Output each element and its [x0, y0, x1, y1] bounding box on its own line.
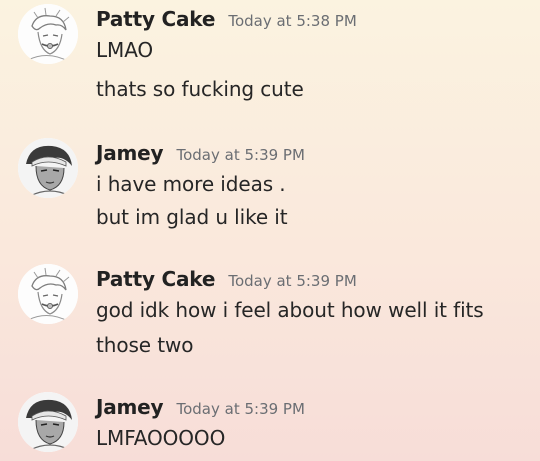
sketch-avatar-icon — [18, 4, 78, 64]
message-text: i have more ideas . — [96, 172, 286, 196]
message-header: Patty Cake Today at 5:39 PM — [96, 264, 357, 294]
message-header: Patty Cake Today at 5:38 PM — [96, 4, 357, 34]
avatar-jamey[interactable] — [18, 392, 78, 452]
message-header: Jamey Today at 5:39 PM — [96, 392, 305, 422]
timestamp: Today at 5:39 PM — [228, 272, 357, 290]
sketch-avatar-icon — [18, 264, 78, 324]
message-text: thats so fucking cute — [96, 77, 304, 101]
sketch-avatar-icon — [18, 138, 78, 198]
message-header: Jamey Today at 5:39 PM — [96, 138, 305, 168]
username[interactable]: Jamey — [96, 141, 164, 165]
avatar-patty-cake[interactable] — [18, 4, 78, 64]
timestamp: Today at 5:39 PM — [176, 400, 305, 418]
message-text: LMFAOOOOO — [96, 426, 226, 450]
chat-message-list: Patty Cake Today at 5:38 PM LMAO thats s… — [0, 0, 540, 461]
username[interactable]: Jamey — [96, 395, 164, 419]
timestamp: Today at 5:38 PM — [228, 12, 357, 30]
message-text: god idk how i feel about how well it fit… — [96, 298, 484, 322]
avatar-patty-cake[interactable] — [18, 264, 78, 324]
username[interactable]: Patty Cake — [96, 7, 215, 31]
message-text: but im glad u like it — [96, 205, 288, 229]
username[interactable]: Patty Cake — [96, 267, 215, 291]
timestamp: Today at 5:39 PM — [176, 146, 305, 164]
message-text: those two — [96, 333, 194, 357]
sketch-avatar-icon — [18, 392, 78, 452]
avatar-jamey[interactable] — [18, 138, 78, 198]
message-text: LMAO — [96, 38, 154, 62]
